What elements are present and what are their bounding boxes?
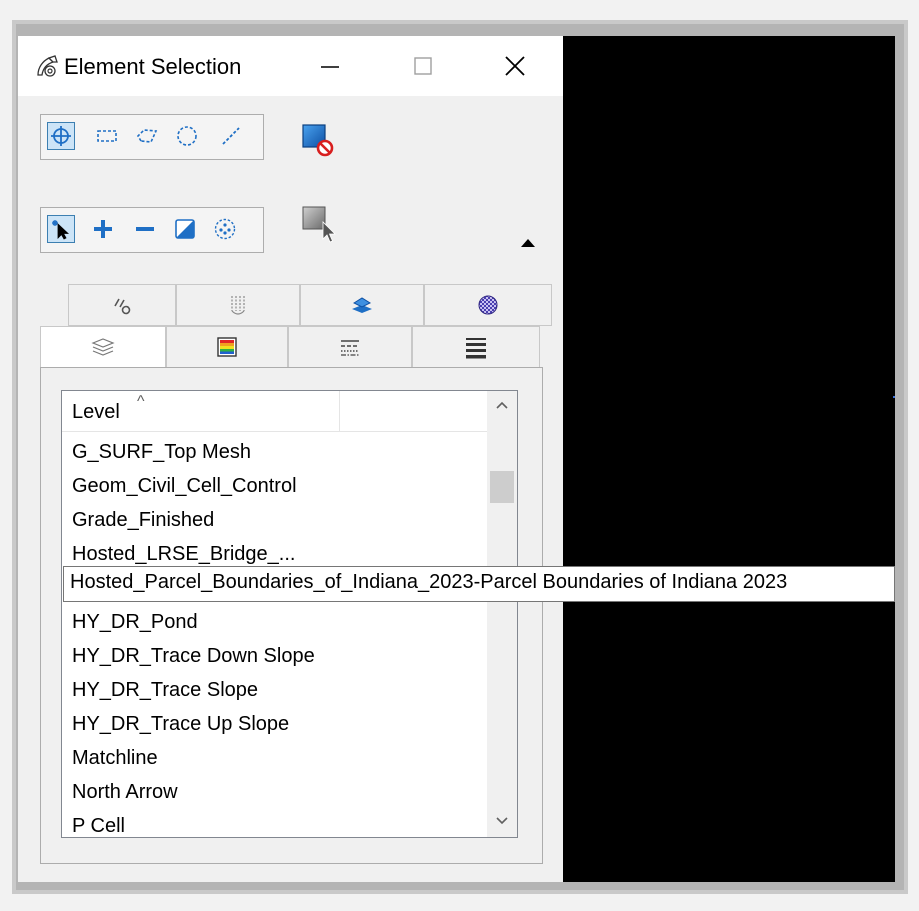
- list-item[interactable]: North Arrow: [72, 781, 178, 804]
- circle-select-button[interactable]: [173, 122, 201, 150]
- window-title: Element Selection: [64, 54, 242, 79]
- list-item[interactable]: HY_DR_Trace Slope: [72, 679, 258, 702]
- add-button[interactable]: [89, 215, 117, 243]
- minimize-icon: [321, 66, 339, 68]
- list-item[interactable]: Hosted_LRSE_Bridge_...: [72, 543, 295, 566]
- new-select-button[interactable]: [47, 215, 75, 243]
- subtract-button[interactable]: [131, 215, 159, 243]
- scroll-up-button[interactable]: [487, 391, 517, 421]
- list-header[interactable]: Level ^: [62, 391, 487, 432]
- maximize-icon: [414, 57, 432, 75]
- select-element-icon: [302, 206, 336, 243]
- tab-display[interactable]: [300, 284, 424, 326]
- minimize-button[interactable]: [310, 46, 350, 86]
- list-item[interactable]: G_SURF_Top Mesh: [72, 441, 251, 464]
- levels-list[interactable]: Level ^ G_SURF_Top Mesh Geom_Civil_Cell_…: [61, 390, 518, 838]
- subtract-icon: [136, 227, 154, 231]
- collapse-arrow-button[interactable]: [518, 234, 538, 250]
- level-tooltip: Hosted_Parcel_Boundaries_of_Indiana_2023…: [63, 566, 895, 602]
- levels-icon: [231, 296, 245, 315]
- line-style-icon: [341, 340, 359, 356]
- list-item[interactable]: HY_DR_Trace Down Slope: [72, 645, 315, 668]
- circle-select-icon: [177, 126, 197, 146]
- column-separator[interactable]: [339, 391, 340, 431]
- line-select-icon: [222, 127, 240, 145]
- block-select-icon: [97, 130, 117, 142]
- collapse-arrow-icon: [521, 239, 535, 247]
- title-bar[interactable]: Element Selection: [18, 36, 563, 96]
- chevron-up-icon: [496, 401, 508, 409]
- scrollbar-thumb[interactable]: [490, 471, 514, 503]
- selection-mode-toolbar: [40, 207, 264, 253]
- line-select-button[interactable]: [217, 122, 245, 150]
- selection-method-toolbar: [40, 114, 264, 160]
- select-all-icon: [214, 218, 236, 240]
- tab-line-style[interactable]: [288, 326, 412, 368]
- close-icon: [505, 56, 525, 76]
- column-header-level[interactable]: Level: [72, 401, 120, 424]
- line-weight-icon: [466, 338, 486, 359]
- view-canvas[interactable]: [563, 36, 895, 882]
- chevron-down-icon: [496, 817, 508, 825]
- tab-material[interactable]: [424, 284, 552, 326]
- clear-selection-button[interactable]: [300, 122, 336, 158]
- color-icon: [217, 337, 237, 357]
- shape-select-icon: [136, 129, 158, 143]
- shape-select-button[interactable]: [133, 122, 161, 150]
- element-selection-app-icon: [37, 55, 58, 77]
- display-icon: [352, 297, 372, 313]
- individual-select-button[interactable]: [47, 122, 75, 150]
- vertical-scrollbar[interactable]: [487, 391, 517, 837]
- list-item[interactable]: HY_DR_Trace Up Slope: [72, 713, 289, 736]
- scroll-down-button[interactable]: [487, 805, 517, 835]
- list-item[interactable]: Grade_Finished: [72, 509, 214, 532]
- maximize-button[interactable]: [403, 46, 443, 86]
- individual-select-icon: [51, 126, 71, 146]
- list-item[interactable]: Geom_Civil_Cell_Control: [72, 475, 297, 498]
- canvas-marker: [893, 396, 895, 398]
- block-select-button[interactable]: [93, 122, 121, 150]
- select-all-button[interactable]: [211, 215, 239, 243]
- tab-element-type[interactable]: [68, 284, 176, 326]
- select-element-button[interactable]: [300, 204, 340, 244]
- sort-ascending-indicator: ^: [137, 393, 145, 410]
- list-item[interactable]: P Cell: [72, 815, 125, 837]
- invert-icon: [175, 219, 195, 239]
- invert-button[interactable]: [171, 215, 199, 243]
- add-icon: [94, 220, 112, 238]
- tab-color[interactable]: [166, 326, 288, 368]
- material-icon: [478, 295, 498, 315]
- tab-levels[interactable]: [176, 284, 300, 326]
- screenshot-background: Element Selection Level ^ G_SURF_Top Mes…: [0, 0, 919, 911]
- layers-icon: [91, 338, 115, 356]
- element-selection-window: Element Selection Level ^ G_SURF_Top Mes…: [18, 36, 895, 882]
- tab-layers[interactable]: [40, 326, 166, 368]
- tab-line-weight[interactable]: [412, 326, 540, 368]
- element-type-icon: [114, 298, 131, 315]
- list-item[interactable]: HY_DR_Pond: [72, 611, 198, 634]
- new-select-icon: [52, 220, 70, 240]
- close-button[interactable]: [495, 46, 535, 86]
- clear-selection-icon: [302, 124, 334, 157]
- list-item[interactable]: Matchline: [72, 747, 158, 770]
